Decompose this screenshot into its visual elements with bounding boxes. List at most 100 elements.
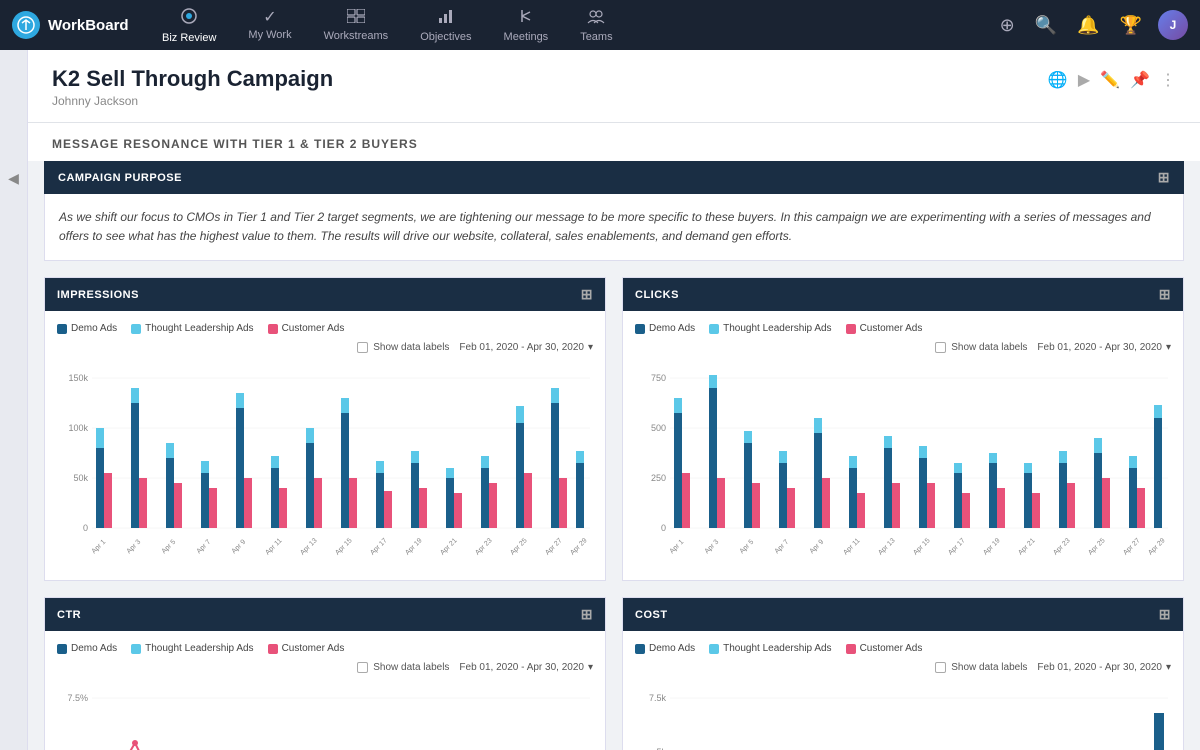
ctr-customer-dot [268,644,278,654]
meetings-icon [517,8,535,28]
nav-workstreams[interactable]: Workstreams [310,5,403,46]
main-content: K2 Sell Through Campaign Johnny Jackson … [28,50,1200,750]
svg-text:Apr 25: Apr 25 [1087,537,1107,557]
nav-my-work[interactable]: ✓ My Work [234,6,305,45]
user-avatar[interactable]: J [1158,10,1188,40]
sidebar-toggle[interactable]: ◀ [0,50,28,750]
cost-legend-customer: Customer Ads [846,643,923,654]
cost-expand-icon[interactable]: ⊞ [1159,606,1171,623]
ctr-expand-icon[interactable]: ⊞ [581,606,593,623]
top-navigation: WorkBoard Biz Review ✓ My Work Workstrea… [0,0,1200,50]
cost-chart-svg: 7.5k 5k 2.5k [635,683,1171,750]
nav-teams[interactable]: Teams [566,4,626,47]
legend-thought: Thought Leadership Ads [131,323,253,334]
impressions-date-filter[interactable]: Feb 01, 2020 - Apr 30, 2020 ▾ [459,342,593,353]
ctr-date-filter[interactable]: Feb 01, 2020 - Apr 30, 2020 ▾ [459,662,593,673]
ctr-date-chevron: ▾ [588,662,593,673]
svg-text:50k: 50k [73,473,88,483]
cost-checkbox[interactable] [935,662,946,673]
clicks-date-chevron: ▾ [1166,342,1171,353]
ctr-checkbox[interactable] [357,662,368,673]
impressions-checkbox[interactable] [357,342,368,353]
svg-text:Apr 7: Apr 7 [196,539,213,556]
ctr-legend-demo: Demo Ads [57,643,117,654]
clicks-customer-label: Customer Ads [860,323,923,334]
thought-dot [131,324,141,334]
svg-text:0: 0 [661,523,666,533]
impressions-expand-icon[interactable]: ⊞ [581,286,593,303]
app-logo[interactable]: WorkBoard [12,11,132,39]
legend-demo: Demo Ads [57,323,117,334]
campaign-purpose-header: CAMPAIGN PURPOSE ⊞ [44,161,1184,194]
campaign-purpose-body: As we shift our focus to CMOs in Tier 1 … [44,194,1184,261]
pin-icon[interactable]: 📌 [1130,70,1150,90]
impressions-show-label-text: Show data labels [373,342,449,353]
inner-content: MESSAGE RESONANCE WITH TIER 1 & TIER 2 B… [28,123,1200,750]
clicks-show-labels: Show data labels [935,342,1027,353]
nav-meetings[interactable]: Meetings [490,4,563,47]
svg-text:750: 750 [651,373,666,383]
svg-text:Apr 5: Apr 5 [739,539,756,556]
add-icon[interactable]: ⊕ [996,11,1019,40]
ctr-chart-svg: 7.5% 5% 2.5% [57,683,593,750]
edit-icon[interactable]: ✏️ [1100,70,1120,90]
svg-text:7.5%: 7.5% [67,693,88,703]
cost-chart-body: Demo Ads Thought Leadership Ads Customer… [623,631,1183,750]
svg-text:Apr 23: Apr 23 [1052,537,1072,557]
svg-text:Apr 5: Apr 5 [161,539,178,556]
svg-text:Apr 13: Apr 13 [299,537,319,557]
globe-icon[interactable]: 🌐 [1048,70,1068,90]
impressions-chart-card: IMPRESSIONS ⊞ Demo Ads Thought Leadershi… [44,277,606,581]
ctr-chart-header: CTR ⊞ [45,598,605,631]
nav-objectives[interactable]: Objectives [406,4,485,47]
page-title: K2 Sell Through Campaign [52,66,333,92]
notifications-icon[interactable]: 🔔 [1073,11,1103,40]
impressions-controls: Show data labels Feb 01, 2020 - Apr 30, … [57,342,593,353]
ctr-customer-label: Customer Ads [282,643,345,654]
play-icon[interactable]: ▶ [1078,70,1090,90]
ctr-thought-label: Thought Leadership Ads [145,643,253,654]
cost-legend: Demo Ads Thought Leadership Ads Customer… [635,643,1171,654]
svg-text:500: 500 [651,423,666,433]
ctr-show-label-text: Show data labels [373,662,449,673]
clicks-demo-label: Demo Ads [649,323,695,334]
cost-date-filter[interactable]: Feb 01, 2020 - Apr 30, 2020 ▾ [1037,662,1171,673]
svg-text:Apr 17: Apr 17 [947,537,967,557]
campaign-expand-icon[interactable]: ⊞ [1158,169,1170,186]
clicks-checkbox[interactable] [935,342,946,353]
nav-workstreams-label: Workstreams [324,30,389,42]
search-icon[interactable]: 🔍 [1031,11,1061,40]
cost-thought-label: Thought Leadership Ads [723,643,831,654]
cost-legend-thought: Thought Leadership Ads [709,643,831,654]
cost-date-range: Feb 01, 2020 - Apr 30, 2020 [1037,662,1162,673]
app-name: WorkBoard [48,17,129,34]
trophy-icon[interactable]: 🏆 [1116,11,1146,40]
svg-text:Apr 3: Apr 3 [704,539,721,556]
svg-text:Apr 3: Apr 3 [126,539,143,556]
svg-text:Apr 17: Apr 17 [369,537,389,557]
page-header-text: K2 Sell Through Campaign Johnny Jackson [52,66,333,108]
ctr-legend-thought: Thought Leadership Ads [131,643,253,654]
ctr-demo-label: Demo Ads [71,643,117,654]
clicks-date-filter[interactable]: Feb 01, 2020 - Apr 30, 2020 ▾ [1037,342,1171,353]
my-work-icon: ✓ [263,10,276,26]
more-icon[interactable]: ⋮ [1160,70,1176,90]
svg-text:Apr 19: Apr 19 [404,537,424,557]
clicks-expand-icon[interactable]: ⊞ [1159,286,1171,303]
impressions-date-chevron: ▾ [588,342,593,353]
cost-legend-demo: Demo Ads [635,643,695,654]
demo-label: Demo Ads [71,323,117,334]
nav-biz-review[interactable]: Biz Review [148,3,230,48]
logo-icon [12,11,40,39]
ctr-title: CTR [57,609,81,621]
svg-text:Apr 21: Apr 21 [1017,537,1037,557]
legend-customer: Customer Ads [268,323,345,334]
svg-text:Apr 13: Apr 13 [877,537,897,557]
svg-text:Apr 29: Apr 29 [1147,537,1167,557]
teams-icon [587,8,605,28]
section-heading: MESSAGE RESONANCE WITH TIER 1 & TIER 2 B… [28,123,1200,161]
svg-text:7.5k: 7.5k [649,693,667,703]
thought-label: Thought Leadership Ads [145,323,253,334]
objectives-icon [438,8,454,28]
ctr-date-range: Feb 01, 2020 - Apr 30, 2020 [459,662,584,673]
